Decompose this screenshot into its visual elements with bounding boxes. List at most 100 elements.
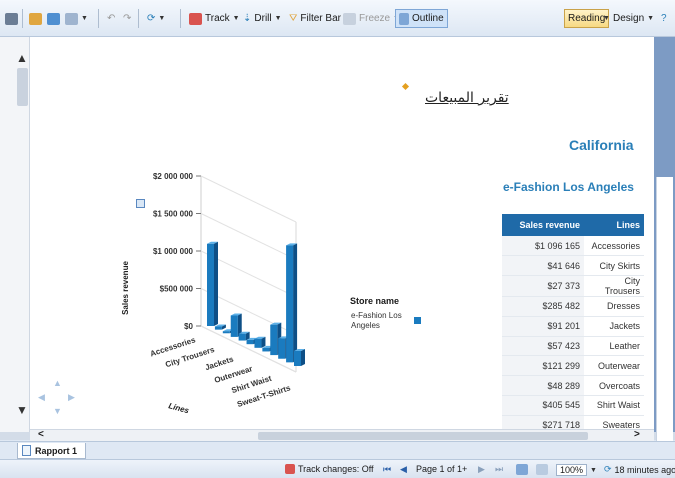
table-row: $285 482 Dresses (502, 296, 644, 317)
bar (270, 324, 278, 356)
vertical-scroll-thumb[interactable] (17, 68, 28, 106)
quick-display-icon (536, 464, 548, 475)
bar (214, 326, 222, 330)
report-tab-bar: Rapport 1 (0, 441, 675, 459)
y-tick-label: $1 500 000 (153, 210, 194, 219)
cell-sales-revenue[interactable]: $91 201 (502, 316, 584, 337)
cell-line[interactable]: Leather (584, 336, 644, 357)
pan-up-icon[interactable]: ▲ (53, 378, 62, 388)
bar (246, 339, 254, 345)
page-mode-icon (516, 464, 528, 475)
table-row: $48 289 Overcoats (502, 375, 644, 397)
layout-icon (65, 12, 78, 25)
next-page-icon: ▶ (478, 464, 485, 474)
track-changes-icon (285, 464, 295, 474)
cell-line[interactable]: Jackets (584, 316, 644, 337)
y-tick-label: $2 000 000 (153, 172, 194, 181)
toolbar-separator (22, 9, 23, 28)
vertical-scrollbar[interactable]: ▲ ▼ (0, 37, 30, 432)
cell-sales-revenue[interactable]: $57 423 (502, 336, 584, 357)
cell-line[interactable]: City Trousers (584, 275, 644, 298)
drill-button[interactable]: ⇣ Drill ▼ (240, 9, 285, 28)
horizontal-scroll-thumb[interactable] (258, 432, 588, 440)
side-panel-strip (656, 177, 673, 457)
layout-button[interactable]: ▼ (62, 9, 91, 28)
redo-button[interactable]: ↷ (120, 9, 134, 28)
last-page-icon: ⏭ (495, 464, 504, 474)
cell-line[interactable]: City Skirts (584, 255, 644, 277)
sales-table: Sales revenue Lines $1 096 165 Accessorie… (502, 214, 644, 432)
sales-chart: $2 000 000 $1 500 000 $1 000 000 $500 000 $0… (121, 172, 305, 415)
cell-sales-revenue[interactable]: $1 096 165 (502, 236, 584, 257)
scroll-right-icon[interactable]: > (634, 429, 640, 440)
page-mode-button[interactable] (516, 464, 528, 475)
y-tick-label: $500 000 (160, 285, 194, 294)
pan-right-icon[interactable]: ▶ (68, 392, 75, 403)
track-changes-status[interactable]: Track changes: Off (285, 464, 374, 474)
section-title: California (569, 137, 634, 153)
cell-sales-revenue[interactable]: $48 289 (502, 375, 584, 397)
zoom-select[interactable]: 100% ▼ (556, 464, 597, 476)
quick-display-button[interactable] (536, 464, 548, 475)
design-label: Design (613, 13, 645, 24)
header-lines[interactable]: Lines (584, 214, 644, 236)
cell-sales-revenue[interactable]: $41 646 (502, 255, 584, 277)
track-button[interactable]: Track ▼ (186, 9, 243, 28)
next-page-button[interactable]: ▶ (478, 464, 485, 475)
bar (254, 338, 262, 348)
cell-sales-revenue[interactable]: $405 545 (502, 395, 584, 416)
scroll-down-icon[interactable]: ▼ (16, 403, 28, 417)
chart-button[interactable] (44, 9, 63, 28)
table-row: $1 096 165 Accessories (502, 236, 644, 257)
cell-line[interactable]: Dresses (584, 296, 644, 317)
filter-bar-button[interactable]: ⛛ Filter Bar (286, 9, 344, 28)
scroll-up-icon[interactable]: ▲ (16, 51, 28, 65)
zoom-value: 100% (556, 464, 588, 476)
freeze-button[interactable]: Freeze▼ (340, 9, 403, 28)
gridline (200, 175, 297, 223)
table-row: $27 373 City Trousers (502, 275, 644, 298)
filter-bar-label: Filter Bar (300, 13, 341, 24)
insert-button[interactable] (26, 9, 45, 28)
cell-line[interactable]: Overcoats (584, 375, 644, 397)
report-page: تقرير المبيعات California e-Fashion Los … (30, 37, 654, 432)
outline-button[interactable]: Outline (395, 9, 448, 28)
chevron-down-icon: ▼ (232, 15, 240, 22)
pan-navigator[interactable]: ▲ ◀ ▶ ▼ (38, 378, 78, 418)
header-sales-revenue[interactable]: Sales revenue (502, 214, 584, 236)
filter-icon: ⛛ (289, 13, 298, 24)
chevron-down-icon: ▼ (274, 15, 282, 22)
cell-line[interactable]: Accessories (584, 236, 644, 257)
first-page-button[interactable]: ⏮ (383, 464, 391, 475)
main-toolbar: ▼ ↶ ↷ ⟳ ▼ Track ▼ ⇣ Drill ▼ ⛛ Filter Bar Free… (0, 0, 675, 37)
table-row: $405 545 Shirt Waist (502, 395, 644, 416)
horizontal-scrollbar[interactable]: < > (30, 429, 654, 441)
help-icon: ? (661, 13, 667, 24)
chevron-down-icon: ▼ (81, 15, 88, 22)
prev-page-button[interactable]: ◀ (400, 464, 407, 475)
tab-rapport-1[interactable]: Rapport 1 (17, 443, 87, 459)
cell-line[interactable]: Outerwear (584, 355, 644, 377)
refresh-status-icon: ⟳ (604, 464, 612, 474)
last-refresh-status: ⟳ 18 minutes ago (604, 464, 675, 475)
last-page-button[interactable]: ⏭ (495, 464, 503, 475)
toolbar-separator (138, 9, 139, 28)
legend-swatch (414, 317, 421, 324)
refresh-button[interactable]: ⟳ ▼ (144, 9, 168, 28)
legend-label: e-Fashion Los Angeles (351, 311, 402, 330)
cell-line[interactable]: Shirt Waist (584, 395, 644, 416)
pan-down-icon[interactable]: ▼ (53, 406, 62, 416)
scroll-left-icon[interactable]: < (38, 429, 44, 440)
undo-button[interactable]: ↶ (104, 9, 118, 28)
cell-sales-revenue[interactable]: $121 299 (502, 355, 584, 377)
page-indicator[interactable]: Page 1 of 1+ (416, 464, 467, 474)
find-button[interactable] (2, 9, 21, 28)
bar (207, 243, 214, 326)
store-title: e-Fashion Los Angeles (503, 180, 634, 194)
cell-sales-revenue[interactable]: $285 482 (502, 296, 584, 317)
pan-left-icon[interactable]: ◀ (38, 392, 45, 403)
bar (286, 245, 294, 363)
design-mode-button[interactable]: Design ▼ (610, 9, 657, 28)
help-button[interactable]: ? (658, 9, 670, 28)
cell-sales-revenue[interactable]: $27 373 (502, 275, 584, 298)
